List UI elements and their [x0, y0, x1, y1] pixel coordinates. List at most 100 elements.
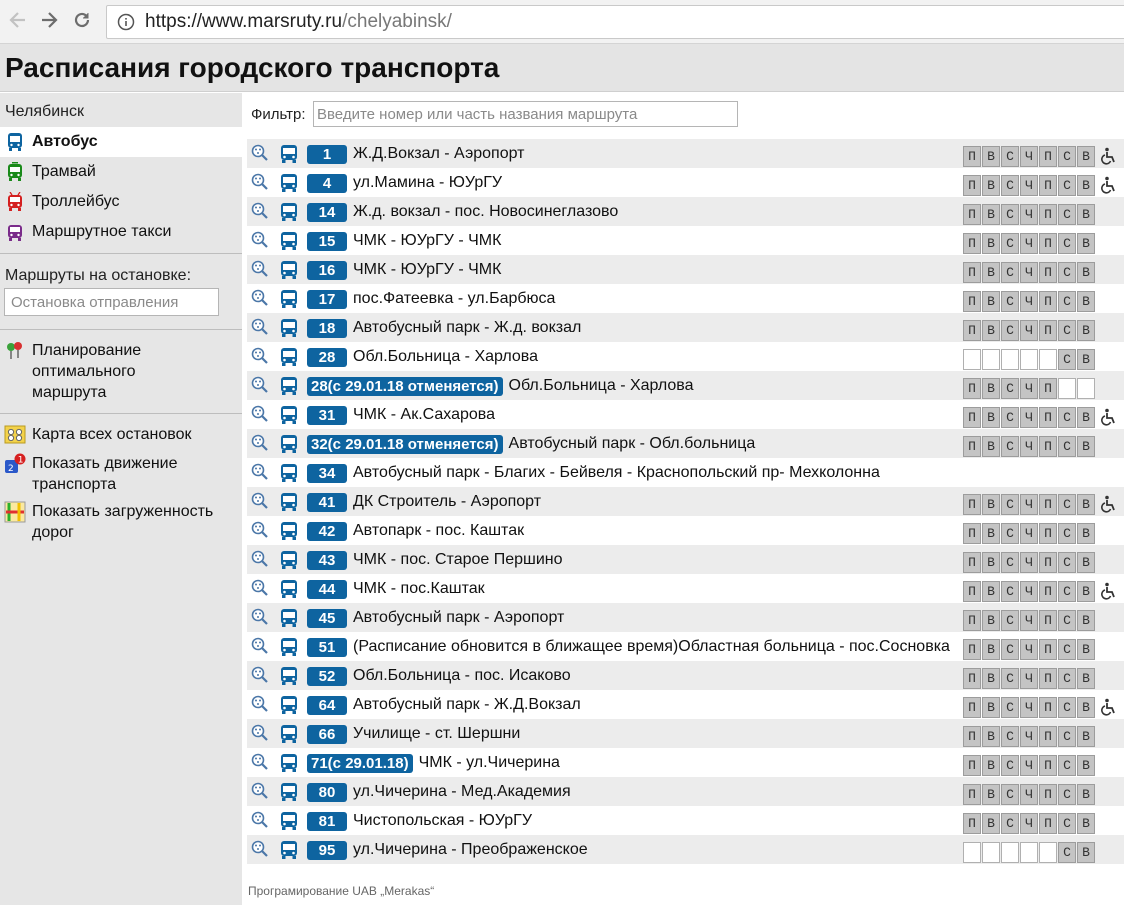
- weekday-cell[interactable]: В: [1077, 813, 1095, 834]
- weekday-cell[interactable]: С: [1058, 204, 1076, 225]
- weekday-cell[interactable]: С: [1058, 320, 1076, 341]
- route-number-badge[interactable]: 45: [307, 608, 347, 628]
- weekday-cell[interactable]: В: [1077, 523, 1095, 544]
- route-number-badge[interactable]: 64: [307, 695, 347, 715]
- route-number-badge[interactable]: 80: [307, 782, 347, 802]
- weekday-cell[interactable]: В: [1077, 262, 1095, 283]
- weekday-cell[interactable]: П: [1039, 204, 1057, 225]
- weekday-cell[interactable]: С: [1058, 349, 1076, 370]
- weekday-cell[interactable]: В: [982, 697, 1000, 718]
- weekday-cell[interactable]: П: [1039, 175, 1057, 196]
- weekday-cell[interactable]: В: [1077, 610, 1095, 631]
- route-name-link[interactable]: Автобусный парк - Ж.д. вокзал: [353, 319, 581, 337]
- route-name-link[interactable]: ул.Чичерина - Преображенское: [353, 841, 588, 859]
- weekday-cell[interactable]: В: [982, 726, 1000, 747]
- weekday-cell[interactable]: Ч: [1020, 697, 1038, 718]
- weekday-cell[interactable]: П: [963, 175, 981, 196]
- weekday-cell[interactable]: Ч: [1020, 204, 1038, 225]
- weekday-cell[interactable]: В: [982, 784, 1000, 805]
- weekday-cell[interactable]: В: [1077, 320, 1095, 341]
- weekday-cell[interactable]: Ч: [1020, 146, 1038, 167]
- route-name-link[interactable]: ЧМК - ЮУрГУ - ЧМК: [353, 261, 501, 279]
- weekday-cell[interactable]: С: [1001, 175, 1019, 196]
- weekday-cell[interactable]: В: [1077, 233, 1095, 254]
- route-name-link[interactable]: ЧМК - ЮУрГУ - ЧМК: [353, 232, 501, 250]
- weekday-cell[interactable]: С: [1058, 233, 1076, 254]
- weekday-cell[interactable]: П: [963, 320, 981, 341]
- weekday-cell[interactable]: Ч: [1020, 233, 1038, 254]
- route-number-badge[interactable]: 41: [307, 492, 347, 512]
- weekday-cell[interactable]: П: [1039, 784, 1057, 805]
- weekday-cell[interactable]: П: [963, 639, 981, 660]
- weekday-cell[interactable]: П: [963, 610, 981, 631]
- weekday-cell[interactable]: С: [1001, 668, 1019, 689]
- route-number-badge[interactable]: 28(с 29.01.18 отменяется): [307, 376, 503, 396]
- weekday-cell[interactable]: В: [1077, 146, 1095, 167]
- route-map-zoom-icon[interactable]: [251, 231, 269, 249]
- weekday-cell[interactable]: В: [1077, 291, 1095, 312]
- weekday-cell[interactable]: Ч: [1020, 755, 1038, 776]
- weekday-cell[interactable]: С: [1058, 842, 1076, 863]
- weekday-cell[interactable]: П: [1039, 233, 1057, 254]
- weekday-cell[interactable]: С: [1001, 581, 1019, 602]
- weekday-cell[interactable]: Ч: [1020, 639, 1038, 660]
- route-name-link[interactable]: Автобусный парк - Обл.больница: [509, 435, 756, 453]
- weekday-cell[interactable]: С: [1058, 494, 1076, 515]
- weekday-cell[interactable]: С: [1001, 610, 1019, 631]
- weekday-cell[interactable]: П: [963, 668, 981, 689]
- route-number-badge[interactable]: 16: [307, 260, 347, 280]
- weekday-cell[interactable]: П: [1039, 552, 1057, 573]
- route-name-link[interactable]: Автобусный парк - Аэропорт: [353, 609, 564, 627]
- weekday-cell[interactable]: В: [982, 291, 1000, 312]
- weekday-cell[interactable]: В: [982, 233, 1000, 254]
- weekday-cell[interactable]: В: [1077, 349, 1095, 370]
- weekday-cell[interactable]: В: [1077, 581, 1095, 602]
- weekday-cell[interactable]: В: [1077, 407, 1095, 428]
- route-name-link[interactable]: ЧМК - пос. Старое Першино: [353, 551, 563, 569]
- route-number-badge[interactable]: 66: [307, 724, 347, 744]
- route-map-zoom-icon[interactable]: [251, 463, 269, 481]
- weekday-cell[interactable]: С: [1001, 552, 1019, 573]
- weekday-cell[interactable]: С: [1058, 668, 1076, 689]
- route-map-zoom-icon[interactable]: [251, 347, 269, 365]
- route-name-link[interactable]: Обл.Больница - Харлова: [509, 377, 694, 395]
- weekday-cell[interactable]: С: [1001, 407, 1019, 428]
- weekday-cell[interactable]: С: [1058, 639, 1076, 660]
- sidebar-item-tram[interactable]: Трамвай: [0, 157, 242, 187]
- route-map-zoom-icon[interactable]: [251, 724, 269, 742]
- weekday-cell[interactable]: П: [963, 204, 981, 225]
- weekday-cell[interactable]: С: [1001, 523, 1019, 544]
- weekday-cell[interactable]: В: [982, 378, 1000, 399]
- route-number-badge[interactable]: 43: [307, 550, 347, 570]
- weekday-cell[interactable]: С: [1001, 204, 1019, 225]
- weekday-cell[interactable]: Ч: [1020, 436, 1038, 457]
- weekday-cell[interactable]: П: [1039, 262, 1057, 283]
- route-name-link[interactable]: ул.Чичерина - Мед.Академия: [353, 783, 571, 801]
- weekday-cell[interactable]: В: [1077, 668, 1095, 689]
- weekday-cell[interactable]: С: [1001, 233, 1019, 254]
- weekday-cell[interactable]: С: [1001, 146, 1019, 167]
- route-number-badge[interactable]: 4: [307, 173, 347, 193]
- route-number-badge[interactable]: 14: [307, 202, 347, 222]
- weekday-cell[interactable]: С: [1001, 378, 1019, 399]
- route-number-badge[interactable]: 18: [307, 318, 347, 338]
- route-filter-input[interactable]: [313, 101, 738, 127]
- route-map-zoom-icon[interactable]: [251, 260, 269, 278]
- weekday-cell[interactable]: В: [982, 668, 1000, 689]
- weekday-cell[interactable]: П: [963, 146, 981, 167]
- weekday-cell[interactable]: В: [982, 436, 1000, 457]
- weekday-cell[interactable]: С: [1001, 262, 1019, 283]
- weekday-cell[interactable]: С: [1001, 436, 1019, 457]
- weekday-cell[interactable]: С: [1001, 639, 1019, 660]
- weekday-cell[interactable]: С: [1058, 436, 1076, 457]
- weekday-cell[interactable]: С: [1001, 813, 1019, 834]
- route-map-zoom-icon[interactable]: [251, 318, 269, 336]
- weekday-cell[interactable]: П: [963, 784, 981, 805]
- weekday-cell[interactable]: П: [1039, 581, 1057, 602]
- weekday-cell[interactable]: С: [1058, 407, 1076, 428]
- weekday-cell[interactable]: В: [1077, 784, 1095, 805]
- route-map-zoom-icon[interactable]: [251, 289, 269, 307]
- route-number-badge[interactable]: 31: [307, 405, 347, 425]
- weekday-cell[interactable]: С: [1001, 697, 1019, 718]
- weekday-cell[interactable]: С: [1001, 494, 1019, 515]
